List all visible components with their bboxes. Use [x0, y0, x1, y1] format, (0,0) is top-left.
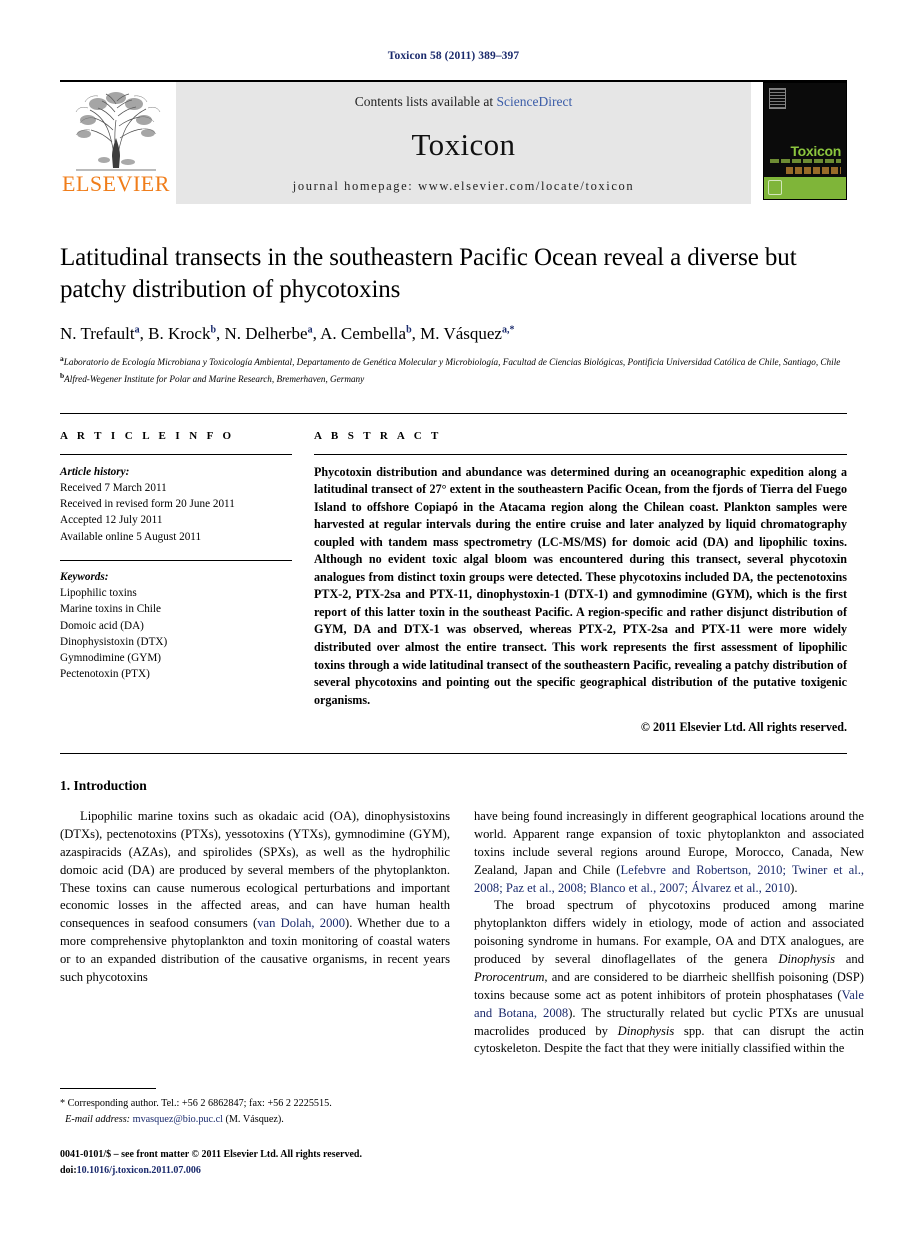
info-abstract-block: A R T I C L E I N F O Article history: R… [60, 412, 847, 735]
article-info-heading: A R T I C L E I N F O [60, 429, 235, 442]
paragraph-text: and [835, 952, 864, 967]
author: B. Krockb [148, 324, 216, 343]
body-columns: Lipophilic marine toxins such as okadaic… [60, 808, 864, 1058]
page-title: Latitudinal transects in the southeaster… [60, 244, 797, 303]
cover-publisher-icon [768, 180, 782, 195]
author-affil-mark: b [406, 324, 412, 336]
affiliations: aLaboratorio de Ecología Microbiana y To… [60, 353, 847, 387]
author: N. Trefaulta [60, 324, 140, 343]
author-name: A. Cembella [320, 324, 407, 343]
contents-available-line: Contents lists available at ScienceDirec… [355, 94, 572, 110]
cover-journal-title: Toxicon [790, 143, 841, 159]
journal-banner: Contents lists available at ScienceDirec… [176, 82, 751, 204]
paragraph-text: ). [790, 880, 798, 895]
contents-prefix: Contents lists available at [354, 94, 497, 109]
keyword-item: Domoic acid (DA) [60, 619, 144, 632]
affiliation: aLaboratorio de Ecología Microbiana y To… [60, 353, 847, 370]
author-name: B. Krock [148, 324, 211, 343]
keyword-list: Keywords: Lipophilic toxins Marine toxin… [60, 569, 292, 683]
body-column-right: have being found increasingly in differe… [474, 808, 864, 1058]
paragraph: have being found increasingly in differe… [474, 808, 864, 897]
running-head: Toxicon 58 (2011) 389–397 [387, 50, 520, 62]
abstract-text: Phycotoxin distribution and abundance wa… [314, 464, 847, 707]
author-affil-mark: b [210, 324, 217, 336]
genus-name: Dinophysis [778, 952, 835, 967]
abstract-column: A B S T R A C T Phycotoxin distribution … [314, 430, 847, 735]
author-name: N. Delherbe [224, 324, 308, 343]
divider [60, 559, 292, 561]
elsevier-wordmark: ELSEVIER [62, 171, 170, 196]
cover-subtitle-line-1 [770, 159, 841, 163]
divider [314, 453, 847, 455]
paper-page: Toxicon 58 (2011) 389–397 ELSEVIER Conte… [0, 0, 907, 1238]
email-label: E-mail address: [65, 1113, 131, 1125]
affiliation-text: Alfred-Wegener Institute for Polar and M… [64, 373, 365, 384]
cover-image: Toxicon [763, 82, 847, 200]
paragraph: The broad spectrum of phycotoxins produc… [474, 897, 864, 1058]
sciencedirect-link[interactable]: ScienceDirect [497, 94, 573, 109]
title-block: Latitudinal transects in the southeaster… [60, 242, 847, 387]
history-item: Received 7 March 2011 [60, 481, 167, 494]
affiliation-text: Laboratorio de Ecología Microbiana y Tox… [63, 357, 841, 367]
author-affil-mark: a [307, 324, 313, 336]
email-link[interactable]: mvasquez@bio.puc.cl [133, 1114, 223, 1125]
issn-front-matter: 0041-0101/$ – see front matter © 2011 El… [60, 1149, 362, 1160]
cover-elsevier-mark-icon [769, 88, 786, 109]
genus-name: Dinophysis [617, 1023, 675, 1038]
keyword-item: Gymnodimine (GYM) [60, 652, 161, 664]
author-affil-mark: a [134, 324, 140, 336]
abstract-copyright: © 2011 Elsevier Ltd. All rights reserved… [640, 720, 847, 735]
history-item: Accepted 12 July 2011 [60, 514, 163, 527]
footnote-area: * Corresponding author. Tel.: +56 2 6862… [60, 1088, 450, 1178]
genus-name: Prorocentrum [474, 969, 545, 984]
keywords-label: Keywords: [60, 570, 109, 583]
footnote-divider [60, 1088, 156, 1090]
article-history-label: Article history: [60, 465, 130, 478]
author-name: M. Vásquez [420, 324, 502, 343]
author-name: N. Trefault [60, 324, 135, 343]
body-column-left: Lipophilic marine toxins such as okadaic… [60, 808, 450, 1058]
section-heading-introduction: 1. Introduction [60, 778, 147, 794]
elsevier-logo: ELSEVIER [60, 82, 172, 204]
divider [60, 753, 847, 755]
history-item: Received in revised form 20 June 2011 [60, 498, 235, 511]
keyword-item: Pectenotoxin (PTX) [60, 668, 150, 681]
paragraph-text: Lipophilic marine toxins such as okadaic… [60, 809, 450, 931]
article-history: Article history: Received 7 March 2011 R… [60, 464, 292, 545]
keyword-item: Marine toxins in Chile [60, 603, 161, 616]
imprint-block: 0041-0101/$ – see front matter © 2011 El… [60, 1147, 450, 1178]
author: A. Cembellab [320, 324, 411, 343]
doi-line: doi:10.1016/j.toxicon.2011.07.006 [60, 1163, 450, 1179]
keyword-item: Lipophilic toxins [60, 587, 137, 600]
corresponding-author-footnote: * Corresponding author. Tel.: +56 2 6862… [60, 1096, 450, 1127]
elsevier-tree-icon [75, 92, 161, 171]
paragraph: Lipophilic marine toxins such as okadaic… [60, 808, 450, 987]
journal-homepage[interactable]: journal homepage: www.elsevier.com/locat… [293, 179, 634, 194]
keyword-item: Dinophysistoxin (DTX) [60, 635, 168, 648]
citation-link[interactable]: van Dolah, 2000 [257, 916, 345, 930]
history-item: Available online 5 August 2011 [60, 530, 202, 543]
journal-masthead: ELSEVIER Contents lists available at Sci… [60, 80, 847, 204]
affiliation: bAlfred-Wegener Institute for Polar and … [60, 370, 847, 387]
author: M. Vásqueza,* [420, 324, 514, 343]
corresponding-author-line: * Corresponding author. Tel.: +56 2 6862… [60, 1098, 332, 1110]
author-list: N. Trefaulta, B. Krockb, N. Delherbea, A… [60, 324, 515, 343]
doi-label: doi: [60, 1164, 77, 1176]
author: N. Delherbea [225, 324, 313, 343]
author-affil-mark: a,* [501, 324, 515, 336]
journal-cover-thumbnail: Toxicon [759, 82, 847, 204]
email-suffix: (M. Vásquez). [225, 1113, 284, 1125]
abstract-heading: A B S T R A C T [314, 429, 442, 442]
cover-subtitle-line-2 [786, 167, 841, 174]
article-info-column: A R T I C L E I N F O Article history: R… [60, 430, 292, 735]
journal-title: Toxicon [411, 127, 516, 162]
divider [60, 453, 292, 455]
cover-bottom-band [764, 177, 846, 199]
email-line: E-mail address: mvasquez@bio.puc.cl (M. … [60, 1112, 450, 1127]
doi-link[interactable]: 10.1016/j.toxicon.2011.07.006 [77, 1165, 201, 1176]
